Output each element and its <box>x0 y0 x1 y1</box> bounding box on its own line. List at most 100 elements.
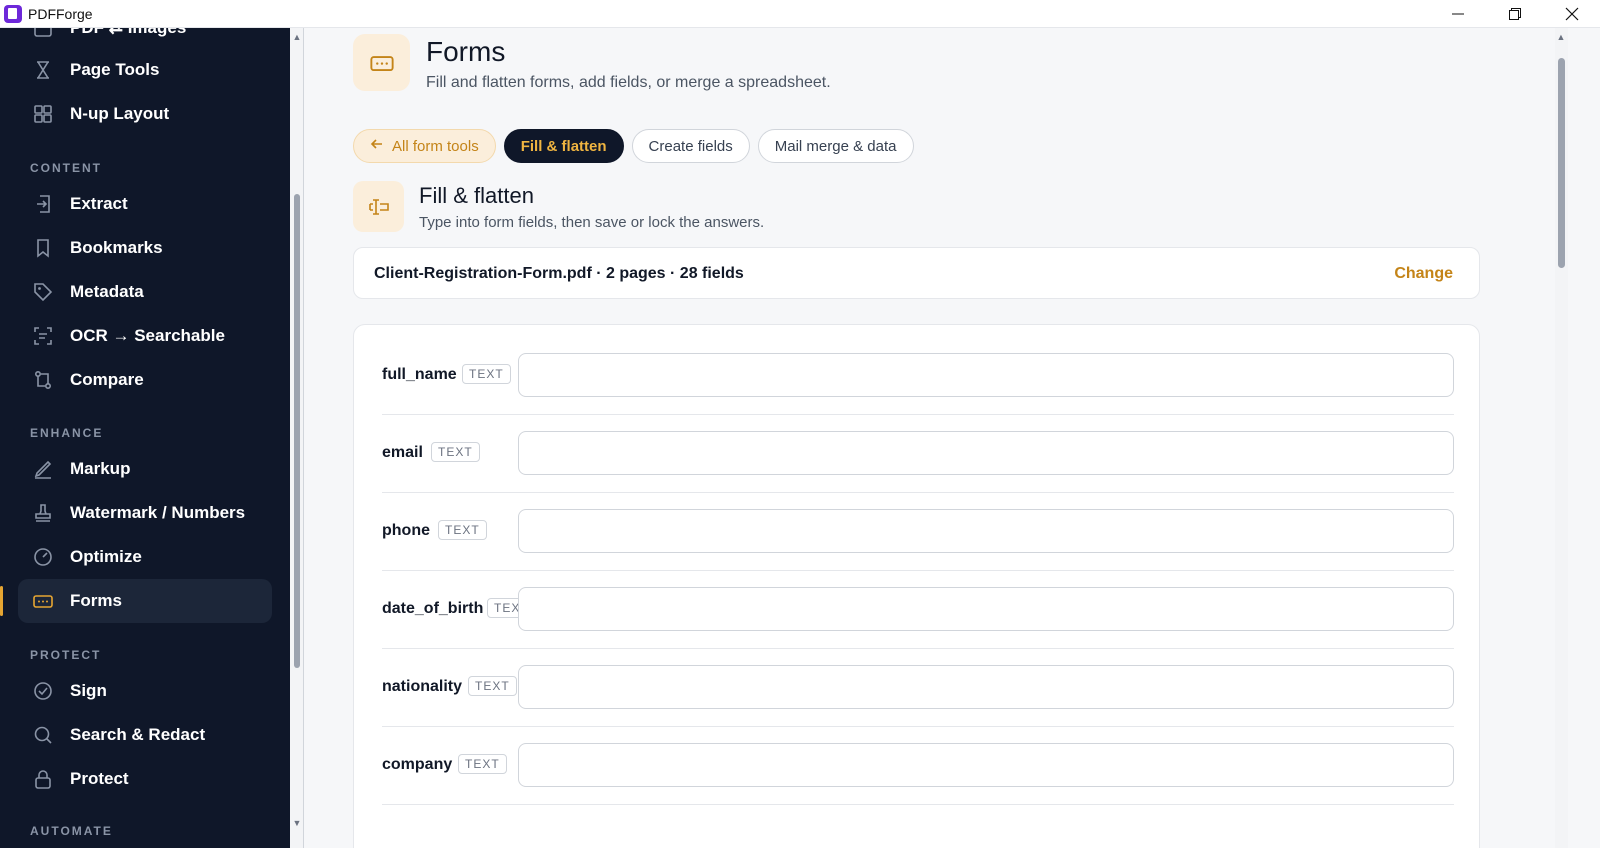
main-scroll-thumb[interactable] <box>1558 58 1565 268</box>
extract-icon <box>32 193 54 215</box>
sidebar-item-search-redact[interactable]: Search & Redact <box>18 713 272 757</box>
sign-icon <box>32 680 54 702</box>
main-content: Forms Fill and flatten forms, add fields… <box>305 28 1555 848</box>
back-label: All form tools <box>392 137 479 155</box>
sidebar-item-pdf-images[interactable]: PDF ⇄ Images <box>18 28 272 50</box>
sidebar-item-ocr[interactable]: OCR → Searchable <box>18 314 272 358</box>
sidebar-item-label: Optimize <box>70 547 142 566</box>
sidebar-item-watermark[interactable]: Watermark / Numbers <box>18 491 272 535</box>
company-input[interactable] <box>518 743 1454 787</box>
scroll-up-icon[interactable]: ▲ <box>1556 32 1566 42</box>
grid-icon <box>32 103 54 125</box>
sidebar-item-bookmarks[interactable]: Bookmarks <box>18 226 272 270</box>
tab-mail-merge[interactable]: Mail merge & data <box>757 129 914 163</box>
form-fields-card: full_name TEXT email TEXT phone TEXT dat… <box>353 324 1480 848</box>
lock-icon <box>32 768 54 790</box>
sidebar-section-protect: PROTECT <box>30 648 102 662</box>
change-file-button[interactable]: Change <box>1394 265 1453 283</box>
tab-fill-flatten[interactable]: Fill & flatten <box>503 129 624 163</box>
field-type-badge: TEXT <box>431 442 480 462</box>
sidebar-item-label: Markup <box>70 459 131 478</box>
sidebar-item-label: Forms <box>70 591 122 610</box>
sidebar-item-protect[interactable]: Protect <box>18 757 272 801</box>
tab-bar: All form tools Fill & flatten Create fie… <box>353 129 914 163</box>
scroll-down-icon[interactable]: ▼ <box>292 818 302 828</box>
main-scrollbar[interactable]: ▲ <box>1555 28 1568 848</box>
sidebar-item-label: Page Tools <box>70 60 160 79</box>
sidebar-item-label: Metadata <box>70 282 144 301</box>
date-of-birth-input[interactable] <box>518 587 1454 631</box>
close-button[interactable] <box>1543 0 1600 28</box>
sidebar-item-extract[interactable]: Extract <box>18 182 272 226</box>
minimize-button[interactable] <box>1429 0 1486 28</box>
file-summary-bar: Client-Registration-Form.pdf · 2 pages ·… <box>353 247 1480 299</box>
sidebar-section-automate: AUTOMATE <box>30 824 113 838</box>
restore-button[interactable] <box>1486 0 1543 28</box>
active-indicator <box>0 586 3 616</box>
sidebar-item-label: N-up Layout <box>70 104 170 123</box>
field-name: full_name <box>382 366 457 383</box>
sidebar-scrollbar[interactable]: ▲ ▼ <box>290 28 304 848</box>
search-icon <box>32 724 54 746</box>
sidebar-item-label: PDF ⇄ Images <box>70 28 186 38</box>
section-subtitle: Type into form fields, then save or lock… <box>419 214 765 231</box>
arrow-left-icon <box>370 137 384 155</box>
field-name: phone <box>382 522 430 539</box>
image-icon <box>32 28 54 39</box>
field-row: phone TEXT <box>382 493 1454 571</box>
page-tools-icon <box>32 59 54 81</box>
gauge-icon <box>32 546 54 568</box>
markup-icon <box>32 458 54 480</box>
sidebar-item-label: Watermark / Numbers <box>70 503 246 522</box>
sidebar-item-label: Bookmarks <box>70 238 163 257</box>
bookmark-icon <box>32 237 54 259</box>
scan-icon <box>32 325 54 347</box>
email-input[interactable] <box>518 431 1454 475</box>
sidebar-item-label: Extract <box>70 194 128 213</box>
field-row: full_name TEXT <box>382 337 1454 415</box>
field-type-badge: TEXT <box>438 520 487 540</box>
app-logo-icon <box>4 4 22 23</box>
sidebar-section-enhance: ENHANCE <box>30 426 104 440</box>
sidebar-item-forms[interactable]: Forms <box>18 579 272 623</box>
compare-icon <box>32 369 54 391</box>
sidebar-item-compare[interactable]: Compare <box>18 358 272 402</box>
field-row: date_of_birth TEXT <box>382 571 1454 649</box>
field-row: email TEXT <box>382 415 1454 493</box>
field-type-badge: TEXT <box>462 364 511 384</box>
page-subtitle: Fill and flatten forms, add fields, or m… <box>426 74 831 91</box>
sidebar-item-label: OCR → Searchable <box>70 326 225 345</box>
sidebar-item-metadata[interactable]: Metadata <box>18 270 272 314</box>
field-name: date_of_birth <box>382 600 484 617</box>
phone-input[interactable] <box>518 509 1454 553</box>
minimize-icon <box>1451 13 1464 15</box>
all-form-tools-button[interactable]: All form tools <box>353 129 496 163</box>
scroll-up-icon[interactable]: ▲ <box>292 32 302 42</box>
tab-create-fields[interactable]: Create fields <box>631 129 750 163</box>
sidebar-item-markup[interactable]: Markup <box>18 447 272 491</box>
field-name: nationality <box>382 678 463 695</box>
full-name-input[interactable] <box>518 353 1454 397</box>
stamp-icon <box>32 502 54 524</box>
sidebar-scroll-thumb[interactable] <box>294 194 300 668</box>
sidebar-item-label: Sign <box>70 681 107 700</box>
sidebar-item-optimize[interactable]: Optimize <box>18 535 272 579</box>
app-title: PDFForge <box>28 5 93 22</box>
close-icon <box>1565 7 1578 21</box>
sidebar-item-sign[interactable]: Sign <box>18 669 272 713</box>
field-type-badge: TEXT <box>458 754 507 774</box>
nationality-input[interactable] <box>518 665 1454 709</box>
field-type-badge: TEXT <box>468 676 517 696</box>
sidebar-item-label: Protect <box>70 769 129 788</box>
field-row: company TEXT <box>382 727 1454 805</box>
sidebar-item-page-tools[interactable]: Page Tools <box>18 48 272 92</box>
sidebar-item-n-up-layout[interactable]: N-up Layout <box>18 92 272 136</box>
sidebar: PDF ⇄ Images Page Tools N-up Layout CONT… <box>0 28 290 848</box>
window-controls <box>1429 0 1600 28</box>
forms-icon <box>353 34 410 91</box>
sidebar-item-label: Compare <box>70 370 144 389</box>
forms-icon <box>32 590 54 612</box>
text-cursor-icon <box>353 181 404 232</box>
field-name: company <box>382 756 453 773</box>
sidebar-section-content: CONTENT <box>30 161 102 175</box>
